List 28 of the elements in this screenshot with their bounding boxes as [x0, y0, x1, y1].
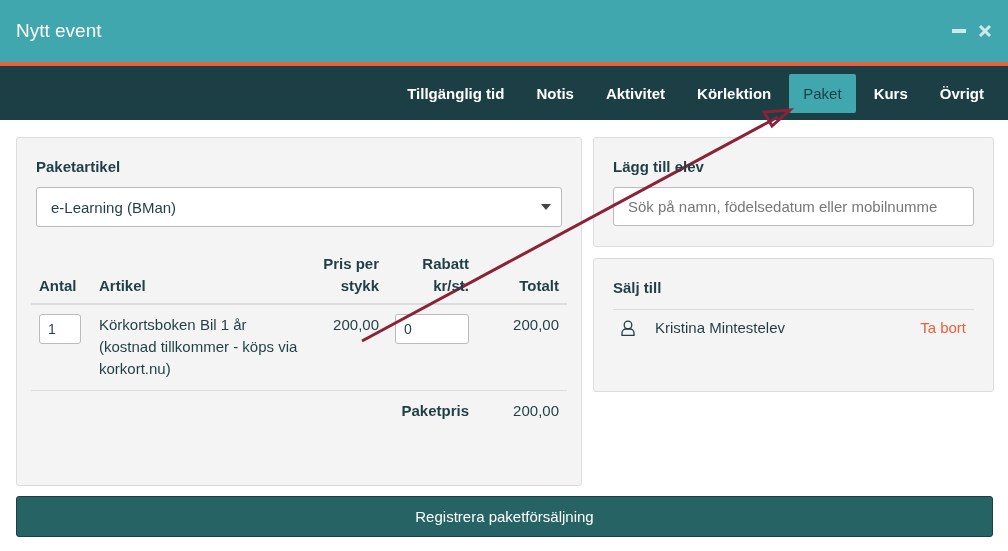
tab[interactable]: Övrigt	[925, 73, 998, 113]
column-header: Artikel	[91, 247, 307, 304]
column-header: Totalt	[477, 247, 567, 304]
submit-button[interactable]: Registrera paketförsäljning	[16, 496, 993, 537]
tab[interactable]: Tillgänglig tid	[393, 73, 519, 113]
discount-field[interactable]: 0	[395, 314, 469, 344]
caret-icon	[541, 204, 551, 210]
table-cell: Paketpris	[387, 390, 477, 432]
quantity-field[interactable]: 1	[39, 314, 81, 344]
column-header: Antal	[31, 247, 91, 304]
package-select[interactable]: e-Learning (BMan)	[36, 187, 562, 227]
tab[interactable]: Körlektion	[683, 73, 786, 113]
table-cell: 200,00	[477, 390, 567, 432]
table-cell: 200,00	[307, 304, 387, 391]
window-title: Nytt event	[16, 20, 103, 42]
table-cell: Körkortsboken Bil 1 år (kostnad tillkommer - köps via korkort.nu)	[91, 304, 307, 391]
tab[interactable]: Notis	[522, 73, 588, 113]
search-field[interactable]: Sök på namn, födelsedatum eller mobilnumme	[613, 187, 974, 226]
student-name: Kristina Mintestelev	[655, 319, 787, 336]
column-header: Pris per stykk	[307, 247, 387, 304]
tab[interactable]: Aktivitet	[591, 73, 680, 113]
close-icon[interactable]	[978, 24, 992, 38]
tab[interactable]: Kurs	[859, 73, 922, 113]
person-icon	[621, 319, 635, 336]
tab[interactable]: Paket	[789, 73, 856, 113]
field-label: Sälj till	[613, 279, 662, 296]
field-label: Paketartikel	[36, 158, 121, 175]
table-cell: 200,00	[477, 304, 567, 391]
